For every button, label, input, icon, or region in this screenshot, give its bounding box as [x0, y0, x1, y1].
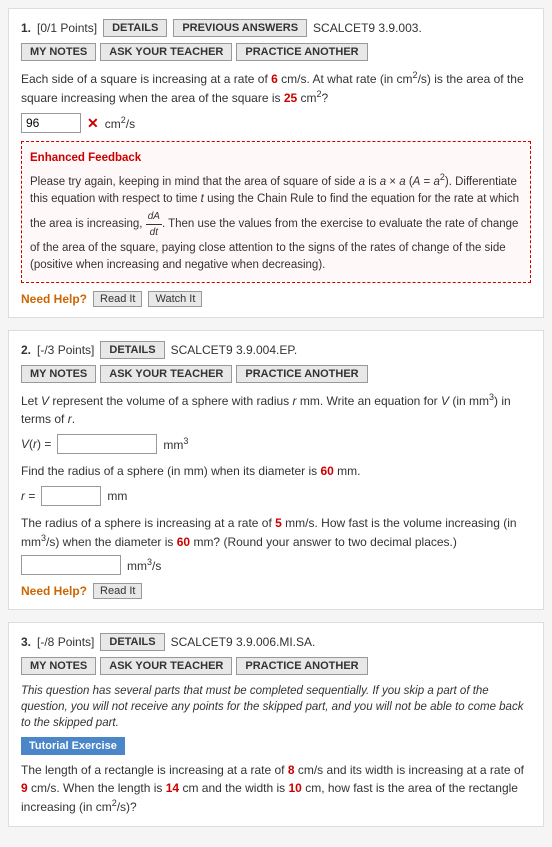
q2-number: 2.	[21, 343, 31, 357]
q2-diameter: 60	[320, 464, 333, 478]
q2-input3-unit: mm3/s	[127, 557, 161, 573]
q1-number: 1.	[21, 21, 31, 35]
q2-notes-button[interactable]: MY NOTES	[21, 365, 96, 383]
q2-read-button[interactable]: Read It	[93, 583, 142, 599]
q3-number: 3.	[21, 635, 31, 649]
q1-val2: 25	[284, 91, 297, 105]
q3-rate1: 8	[288, 763, 295, 777]
q2-body1: Let V represent the volume of a sphere w…	[21, 391, 531, 428]
q1-ask-button[interactable]: ASK YOUR TEACHER	[100, 43, 232, 61]
q2-btn-row: MY NOTES ASK YOUR TEACHER PRACTICE ANOTH…	[21, 365, 531, 383]
q1-points: [0/1 Points]	[37, 21, 97, 35]
q2-body2: Find the radius of a sphere (in mm) when…	[21, 462, 531, 480]
q2-body3: The radius of a sphere is increasing at …	[21, 514, 531, 551]
q2-scalcet: SCALCET9 3.9.004.EP.	[171, 343, 298, 357]
q2-ask-button[interactable]: ASK YOUR TEACHER	[100, 365, 232, 383]
q2-input2[interactable]	[41, 486, 101, 506]
q1-read-button[interactable]: Read It	[93, 291, 142, 307]
q3-scalcet: SCALCET9 3.9.006.MI.SA.	[171, 635, 316, 649]
question-3-block: 3. [-/8 Points] DETAILS SCALCET9 3.9.006…	[8, 622, 544, 827]
q3-body: The length of a rectangle is increasing …	[21, 761, 531, 816]
q2-input3[interactable]	[21, 555, 121, 575]
q1-unit: cm2/s	[105, 115, 135, 131]
page-container: 1. [0/1 Points] DETAILS PREVIOUS ANSWERS…	[0, 0, 552, 847]
q1-need-help: Need Help? Read It Watch It	[21, 291, 531, 307]
q2-need-help-label: Need Help?	[21, 584, 87, 598]
q1-wrong-icon: ✕	[87, 115, 99, 132]
q2-rate: 5	[275, 516, 282, 530]
q1-btn-row: MY NOTES ASK YOUR TEACHER PRACTICE ANOTH…	[21, 43, 531, 61]
q3-ask-button[interactable]: ASK YOUR TEACHER	[100, 657, 232, 675]
q1-scalcet: SCALCET9 3.9.003.	[313, 21, 422, 35]
q1-feedback-box: Enhanced Feedback Please try again, keep…	[21, 141, 531, 283]
q3-tutorial-label: Tutorial Exercise	[21, 737, 125, 755]
q1-feedback-body: Please try again, keeping in mind that t…	[30, 176, 519, 271]
q3-practice-button[interactable]: PRACTICE ANOTHER	[236, 657, 367, 675]
q2-practice-button[interactable]: PRACTICE ANOTHER	[236, 365, 367, 383]
question-3-header: 3. [-/8 Points] DETAILS SCALCET9 3.9.006…	[21, 633, 531, 651]
q2-input2-unit: mm	[107, 489, 127, 503]
q2-details-button[interactable]: DETAILS	[100, 341, 164, 359]
q3-italic-note: This question has several parts that mus…	[21, 683, 531, 731]
q1-practice-button[interactable]: PRACTICE ANOTHER	[236, 43, 367, 61]
q1-val1: 6	[271, 72, 278, 86]
q3-btn-row: MY NOTES ASK YOUR TEACHER PRACTICE ANOTH…	[21, 657, 531, 675]
q1-notes-button[interactable]: MY NOTES	[21, 43, 96, 61]
q2-input1-label: V(r) =	[21, 437, 51, 451]
q2-answer-row2: r = mm	[21, 486, 531, 506]
q3-length: 14	[166, 781, 179, 795]
q1-feedback-title: Enhanced Feedback	[30, 150, 522, 167]
q2-answer-row1: V(r) = mm3	[21, 434, 531, 454]
q2-answer-row3: mm3/s	[21, 555, 531, 575]
q2-need-help: Need Help? Read It	[21, 583, 531, 599]
q1-answer-row: ✕ cm2/s	[21, 113, 531, 133]
q2-input1[interactable]	[57, 434, 157, 454]
q1-need-help-label: Need Help?	[21, 292, 87, 306]
q3-rate2: 9	[21, 781, 28, 795]
question-1-header: 1. [0/1 Points] DETAILS PREVIOUS ANSWERS…	[21, 19, 531, 37]
q2-points: [-/3 Points]	[37, 343, 94, 357]
q2-input1-unit: mm3	[163, 436, 188, 452]
q2-input2-label: r =	[21, 489, 35, 503]
q3-points: [-/8 Points]	[37, 635, 94, 649]
q3-notes-button[interactable]: MY NOTES	[21, 657, 96, 675]
q3-details-button[interactable]: DETAILS	[100, 633, 164, 651]
question-1-block: 1. [0/1 Points] DETAILS PREVIOUS ANSWERS…	[8, 8, 544, 318]
q2-diameter2: 60	[177, 535, 190, 549]
q1-body: Each side of a square is increasing at a…	[21, 69, 531, 107]
q1-answer-input[interactable]	[21, 113, 81, 133]
question-2-header: 2. [-/3 Points] DETAILS SCALCET9 3.9.004…	[21, 341, 531, 359]
q3-width: 10	[289, 781, 302, 795]
q1-previous-button[interactable]: PREVIOUS ANSWERS	[173, 19, 307, 37]
q1-details-button[interactable]: DETAILS	[103, 19, 167, 37]
question-2-block: 2. [-/3 Points] DETAILS SCALCET9 3.9.004…	[8, 330, 544, 610]
q1-watch-button[interactable]: Watch It	[148, 291, 202, 307]
